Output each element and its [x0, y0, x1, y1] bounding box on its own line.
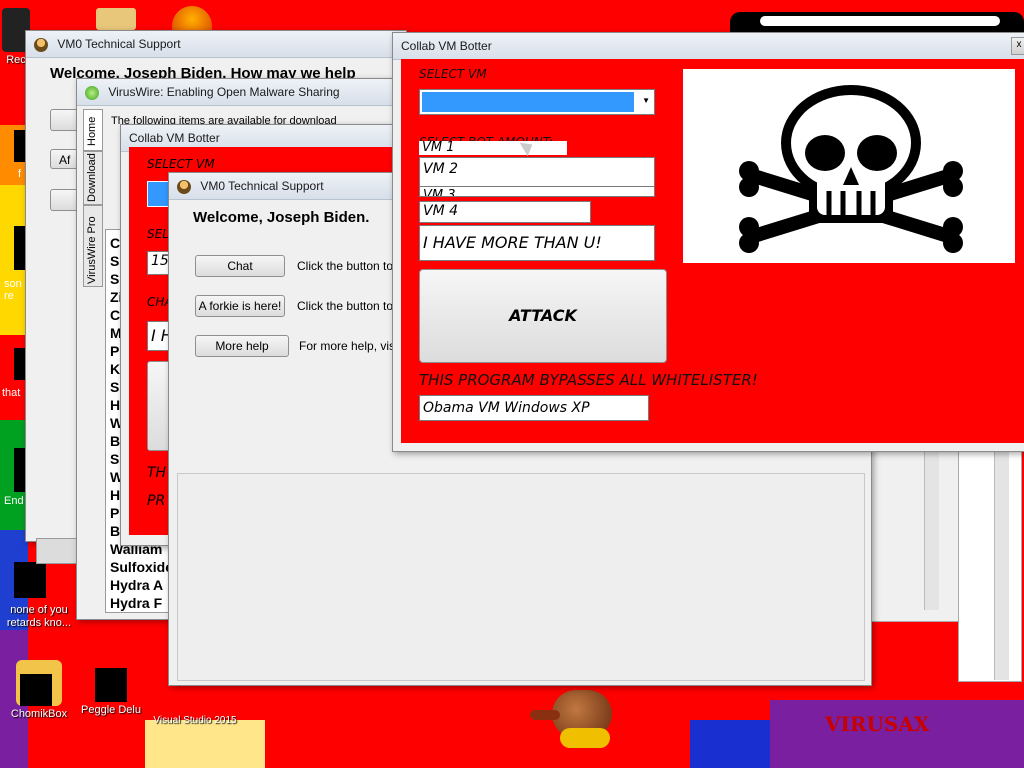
side-label-that: that [2, 387, 21, 399]
person-icon [177, 179, 191, 194]
botter-front-red-panel: SELECT VM ▼ SELECT BOT AMOUNT: VM 1 VM 2… [401, 59, 1024, 443]
vm-dropdown-selection [422, 92, 634, 112]
forkie-button-desc: Click the button to d [297, 299, 404, 313]
chat-button[interactable]: Chat [195, 255, 285, 277]
chomikbox-icon[interactable]: ChomikBox [4, 660, 74, 721]
chomikbox-image [16, 660, 62, 706]
viruswire-title: VirusWire: Enabling Open Malware Sharing [108, 85, 340, 99]
vm-option-2[interactable]: VM 2 [419, 157, 655, 187]
support-front-title: VM0 Technical Support [200, 179, 324, 193]
botter-window-front[interactable]: Collab VM Botter x SELECT VM ▼ SELECT BO… [392, 32, 1024, 452]
viruswire-tab-download[interactable]: Download [83, 151, 103, 205]
botter-front-titlebar[interactable]: Collab VM Botter [393, 33, 1024, 60]
botter-front-title: Collab VM Botter [401, 39, 492, 53]
bypass-text: THIS PROGRAM BYPASSES ALL WHITELISTER! [419, 371, 758, 389]
viruswire-tab-pro-label: VirusWire Pro [86, 216, 98, 284]
close-icon: x [1016, 39, 1022, 50]
botter-back-title: Collab VM Botter [129, 131, 220, 145]
side-label-son: son re [4, 278, 22, 302]
none-of-you-label: none of you retards kno... [6, 604, 72, 629]
viruswire-scrollbar[interactable] [924, 450, 939, 610]
side-label-f: f [18, 168, 22, 180]
viruswire-scrollbar-2[interactable] [994, 450, 1009, 680]
viruswire-tab-home[interactable]: Home [83, 109, 103, 151]
vm-option-4[interactable]: VM 4 [419, 201, 591, 223]
vm-dropdown[interactable]: ▼ [419, 89, 655, 115]
hedgehog-clipart [530, 690, 626, 750]
select-vm-label: SELECT VM [419, 67, 487, 81]
white-wave [760, 16, 1000, 26]
viruswire-right-panel [868, 440, 960, 622]
more-help-button[interactable]: More help [195, 335, 289, 357]
black-square-icon[interactable] [14, 562, 46, 598]
none-of-you-icon-label[interactable]: none of you retards kno... [2, 604, 76, 630]
peggle-icon[interactable]: Peggle Delu [76, 668, 146, 717]
folder-icon[interactable] [96, 8, 136, 30]
botter-back-this: TH [147, 465, 167, 481]
viruswire-tab-home-label: Home [86, 116, 98, 146]
person-icon [34, 37, 48, 52]
botter-back-pro: PR [147, 493, 166, 509]
viruswire-tab-download-label: Download [86, 153, 98, 202]
side-label-end: End [4, 495, 24, 507]
skull-crossbones-image [683, 69, 1015, 263]
bottom-blue-block [690, 720, 770, 768]
bottom-wordart: VIRUSAX [825, 712, 930, 736]
viruswire-right-panel-2 [958, 440, 1022, 682]
support-back-titlebar[interactable]: VM0 Technical Support [26, 31, 406, 58]
support-front-welcome: Welcome, Joseph Biden. [193, 209, 370, 226]
forkie-button[interactable]: A forkie is here! [195, 295, 285, 317]
message-input[interactable]: I HAVE MORE THAN U! [419, 225, 655, 261]
vm-option-3[interactable]: VM 3 [419, 187, 655, 197]
visual-studio-label: Visual Studio 2015 [153, 715, 237, 726]
peggle-label: Peggle Delu [81, 704, 141, 716]
recycle-bin-label: Rec [6, 54, 26, 66]
viruswire-tab-pro[interactable]: VirusWire Pro [83, 205, 103, 287]
visual-studio-icon[interactable]: Visual Studio 2015 [150, 714, 240, 727]
support-front-content-area [177, 473, 865, 681]
vm-option-1[interactable]: VM 1 [419, 141, 567, 155]
attack-button[interactable]: ATTACK [419, 269, 667, 363]
vm-name-input[interactable]: Obama VM Windows XP [419, 395, 649, 421]
chevron-down-icon: ▼ [642, 96, 650, 105]
chomikbox-label: ChomikBox [10, 708, 68, 720]
botter-back-select-vm: SELECT VM [147, 157, 215, 171]
bottom-yellow-block [145, 720, 265, 768]
chat-button-desc: Click the button to c [297, 259, 403, 273]
support-back-title: VM0 Technical Support [57, 37, 181, 51]
globe-icon [85, 85, 99, 100]
skull-crossbones-icon [739, 85, 963, 253]
botter-front-close-button[interactable]: x [1011, 37, 1024, 55]
peggle-image [95, 668, 127, 702]
